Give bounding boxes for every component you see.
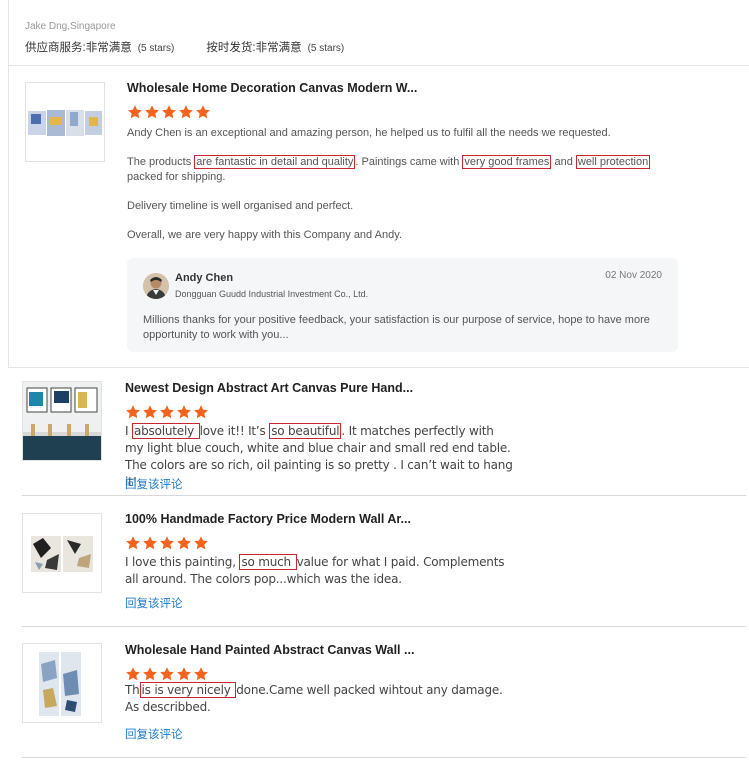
star-icon [162, 105, 176, 119]
star-icon [177, 405, 191, 419]
star-icon [160, 405, 174, 419]
star-icon [126, 536, 140, 550]
star-icon [143, 536, 157, 550]
reply-company-name: Dongguan Guudd Industrial Investment Co.… [175, 289, 369, 299]
review-card: 100% Handmade Factory Price Modern Wall … [22, 496, 746, 627]
star-icon [179, 105, 193, 119]
review-text: I absolutely love it!! It’s so beautiful… [125, 423, 515, 491]
ontime-delivery-rating: 按时发货: 非常满意 (5 stars) [206, 39, 344, 55]
supplier-service-rating: 供应商服务: 非常满意 (5 stars) [25, 39, 174, 55]
review-text-segment: packed for shipping. [127, 171, 226, 183]
star-icon [194, 536, 208, 550]
star-icon [177, 536, 191, 550]
star-icon [194, 405, 208, 419]
star-icon [177, 667, 191, 681]
review-text-segment: love it!! It’s [199, 424, 270, 438]
ontime-delivery-label: 按时发货: [206, 42, 256, 54]
review-text: I love this painting, so much value for … [125, 554, 515, 588]
ratings-line: 供应商服务: 非常满意 (5 stars) 按时发货: 非常满意 (5 star… [25, 39, 344, 55]
reply-date: 02 Nov 2020 [605, 270, 662, 281]
highlighted-phrase: absolutely [131, 423, 200, 439]
rating-stars [127, 104, 211, 120]
product-title[interactable]: Newest Design Abstract Art Canvas Pure H… [125, 381, 413, 395]
product-image [23, 382, 101, 460]
ontime-delivery-value: 非常满意 [255, 42, 302, 54]
review-text-segment: The products [127, 156, 195, 168]
reply-text: Millions thanks for your positive feedba… [143, 314, 650, 341]
highlighted-phrase: is is very nicely [139, 682, 237, 698]
avatar [143, 273, 169, 299]
reply-to-review-link[interactable]: 回复该评论 [125, 726, 183, 742]
rating-stars [125, 404, 209, 420]
ontime-delivery-stars: (5 stars) [307, 43, 345, 54]
product-image [23, 644, 101, 722]
review-paragraph: The products are fantastic in detail and… [127, 155, 652, 185]
star-icon [143, 667, 157, 681]
star-icon [194, 667, 208, 681]
reply-author-name: Andy Chen [175, 272, 234, 284]
product-image [26, 83, 104, 161]
product-thumbnail[interactable] [22, 643, 102, 723]
supplier-service-stars: (5 stars) [137, 43, 175, 54]
highlighted-phrase: very good frames [462, 155, 552, 169]
highlighted-phrase: so beautiful [269, 423, 342, 439]
star-icon [145, 105, 159, 119]
product-thumbnail[interactable] [22, 513, 102, 593]
avatar-image [143, 273, 169, 299]
rating-stars [125, 535, 209, 551]
star-icon [143, 405, 157, 419]
review-text-segment: I [125, 424, 132, 438]
product-image [23, 514, 101, 592]
star-icon [126, 405, 140, 419]
supplier-service-label: 供应商服务: [25, 42, 86, 54]
supplier-service-value: 非常满意 [85, 42, 132, 54]
product-title[interactable]: Wholesale Hand Painted Abstract Canvas W… [125, 643, 414, 657]
review-card: Newest Design Abstract Art Canvas Pure H… [22, 368, 746, 496]
review-text-segment: . Paintings came with [355, 156, 463, 168]
product-title[interactable]: Wholesale Home Decoration Canvas Modern … [127, 81, 417, 95]
review-paragraph: Delivery timeline is well organised and … [127, 200, 354, 212]
review-text-segment: and [551, 156, 576, 168]
supplier-reply: Andy Chen Dongguan Guudd Industrial Inve… [127, 258, 678, 352]
star-icon [126, 667, 140, 681]
supplier-rating-header: Jake Dng,Singapore 供应商服务: 非常满意 (5 stars)… [8, 0, 749, 66]
review-paragraph: Andy Chen is an exceptional and amazing … [127, 127, 611, 139]
reviewer-name-location: Jake Dng,Singapore [25, 21, 116, 32]
star-icon [160, 667, 174, 681]
star-icon [196, 105, 210, 119]
highlighted-phrase: so much [239, 554, 297, 570]
review-text-segment: As describbed. [125, 700, 211, 714]
product-title[interactable]: 100% Handmade Factory Price Modern Wall … [125, 512, 411, 526]
star-icon [128, 105, 142, 119]
star-icon [160, 536, 174, 550]
reply-to-review-link[interactable]: 回复该评论 [125, 595, 183, 611]
review-card: Wholesale Hand Painted Abstract Canvas W… [22, 627, 746, 758]
review-text-segment: Th [125, 683, 140, 697]
highlighted-phrase: well protection [575, 155, 651, 169]
review-text-segment: done.Came well packed wihtout any damage… [236, 683, 503, 697]
review-card: Wholesale Home Decoration Canvas Modern … [8, 66, 749, 368]
highlighted-phrase: are fantastic in detail and quality [194, 155, 356, 169]
review-paragraph: Overall, we are very happy with this Com… [127, 229, 402, 241]
product-thumbnail[interactable] [22, 381, 102, 461]
review-text: Th is is very nicely done.Came well packe… [125, 682, 515, 716]
product-thumbnail[interactable] [25, 82, 105, 162]
review-text-segment: I love this painting, [125, 555, 240, 569]
rating-stars [125, 666, 209, 682]
reply-to-review-link[interactable]: 回复该评论 [125, 476, 183, 492]
